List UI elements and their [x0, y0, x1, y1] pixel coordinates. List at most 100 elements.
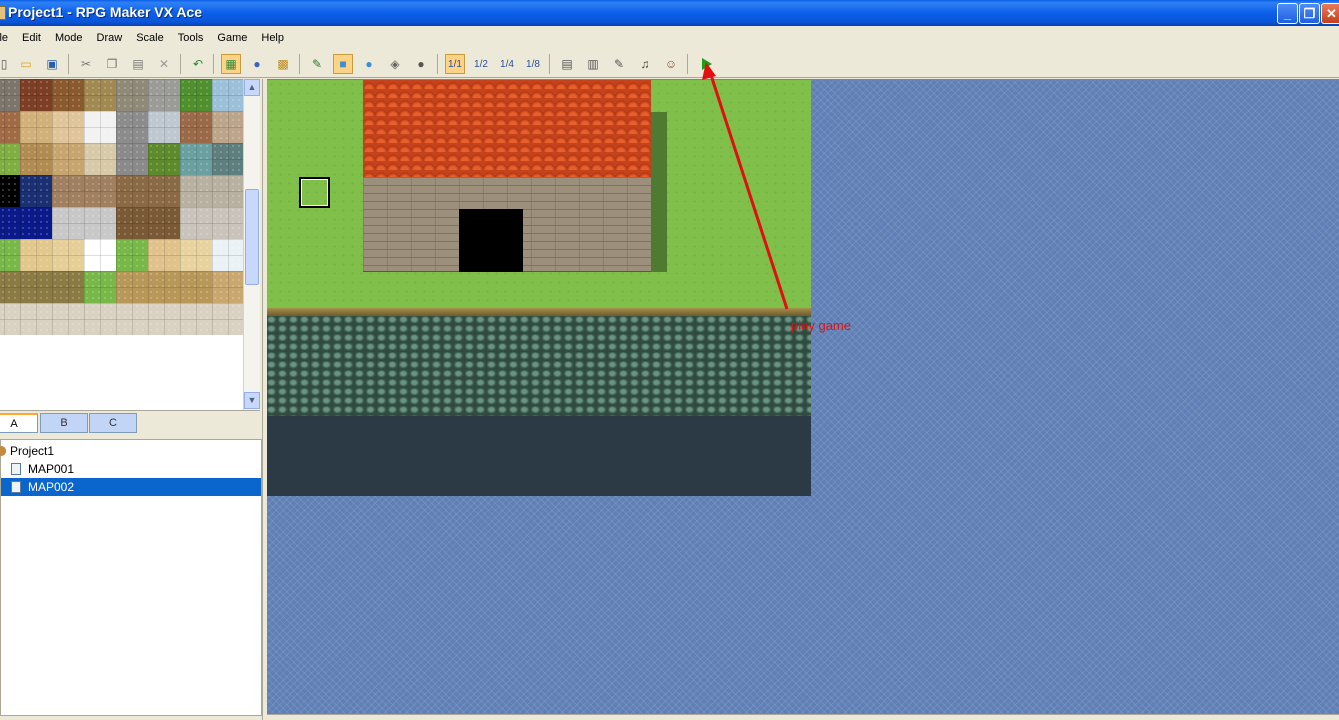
tileset-tile[interactable]	[180, 111, 212, 143]
tileset-tile[interactable]	[0, 207, 20, 239]
tileset-tile[interactable]	[0, 79, 20, 111]
open-project-button[interactable]: ▭	[16, 54, 36, 74]
shadow-pen-button[interactable]: ●	[411, 54, 431, 74]
tileset-tile[interactable]	[84, 111, 116, 143]
tileset-tile[interactable]	[116, 239, 148, 271]
tileset-tile[interactable]	[148, 271, 180, 303]
tileset-tile[interactable]	[52, 79, 84, 111]
sound-test-button[interactable]: ♫	[635, 54, 655, 74]
tileset-tile[interactable]	[52, 271, 84, 303]
tileset-tile[interactable]	[0, 143, 20, 175]
region-mode-button[interactable]: ▩	[273, 54, 293, 74]
tileset-tile[interactable]	[116, 175, 148, 207]
tileset-tile[interactable]	[212, 303, 243, 335]
tileset-tile[interactable]	[212, 79, 243, 111]
tileset-tile[interactable]	[0, 111, 20, 143]
database-button[interactable]: ▤	[557, 54, 577, 74]
script-editor-button[interactable]: ✎	[609, 54, 629, 74]
tree-map-001[interactable]: MAP001	[11, 460, 259, 478]
menu-draw[interactable]: Draw	[90, 26, 130, 50]
menu-game[interactable]: Game	[210, 26, 254, 50]
tileset-tile[interactable]	[84, 239, 116, 271]
resource-manager-button[interactable]: ▥	[583, 54, 603, 74]
tileset-tile[interactable]	[148, 175, 180, 207]
tileset-tile[interactable]	[180, 143, 212, 175]
tileset-tile[interactable]	[52, 207, 84, 239]
tileset-tile[interactable]	[116, 271, 148, 303]
tileset-tile[interactable]	[20, 79, 52, 111]
menu-mode[interactable]: Mode	[48, 26, 90, 50]
tileset-tile[interactable]	[52, 303, 84, 335]
menu-edit[interactable]: Edit	[15, 26, 48, 50]
cut-button[interactable]: ✂	[76, 54, 96, 74]
tileset-tile[interactable]	[148, 79, 180, 111]
close-button[interactable]: ✕	[1321, 3, 1339, 24]
tileset-tile[interactable]	[20, 111, 52, 143]
tileset-tile[interactable]	[212, 239, 243, 271]
undo-button[interactable]: ↶	[188, 54, 208, 74]
tileset-tile[interactable]	[212, 175, 243, 207]
tileset-tile[interactable]	[180, 239, 212, 271]
scale-1-8-button[interactable]: 1/8	[523, 54, 543, 74]
tileset-tile[interactable]	[0, 175, 20, 207]
tileset-tile[interactable]	[116, 303, 148, 335]
tab-a[interactable]: A	[0, 413, 38, 433]
map-editor-area[interactable]	[267, 79, 1339, 714]
paste-button[interactable]: ▤	[128, 54, 148, 74]
tileset-tile[interactable]	[212, 143, 243, 175]
tab-b[interactable]: B	[40, 413, 88, 433]
ellipse-button[interactable]: ●	[359, 54, 379, 74]
tree-project[interactable]: Project1	[0, 442, 259, 460]
tileset-tile[interactable]	[116, 207, 148, 239]
tileset-tile[interactable]	[116, 79, 148, 111]
tileset-tile[interactable]	[116, 143, 148, 175]
tile-palette-scrollbar[interactable]: ▲ ▼	[243, 79, 260, 410]
scroll-down-icon[interactable]: ▼	[244, 392, 260, 409]
tileset-tile[interactable]	[52, 111, 84, 143]
event-mode-button[interactable]: ●	[247, 54, 267, 74]
scroll-thumb[interactable]	[245, 189, 259, 285]
map-canvas[interactable]	[267, 80, 811, 496]
tileset-tile[interactable]	[84, 303, 116, 335]
tileset-tile[interactable]	[84, 271, 116, 303]
tileset-tile[interactable]	[20, 303, 52, 335]
tileset-tile[interactable]	[148, 111, 180, 143]
play-test-button[interactable]	[697, 54, 717, 74]
minimize-button[interactable]: _	[1277, 3, 1298, 24]
tileset-tile[interactable]	[52, 143, 84, 175]
delete-button[interactable]: ✕	[154, 54, 174, 74]
scale-1-4-button[interactable]: 1/4	[497, 54, 517, 74]
tileset-tile[interactable]	[180, 271, 212, 303]
menu-help[interactable]: Help	[254, 26, 291, 50]
tileset-tile[interactable]	[0, 303, 20, 335]
rectangle-button[interactable]: ■	[333, 54, 353, 74]
flood-fill-button[interactable]: ◈	[385, 54, 405, 74]
menu-scale[interactable]: Scale	[129, 26, 171, 50]
save-project-button[interactable]: ▣	[42, 54, 62, 74]
tileset-tile[interactable]	[52, 239, 84, 271]
tileset-tile[interactable]	[84, 79, 116, 111]
tileset-tile[interactable]	[84, 207, 116, 239]
tileset-tile[interactable]	[148, 303, 180, 335]
tileset-tile[interactable]	[52, 175, 84, 207]
character-generator-button[interactable]: ☺	[661, 54, 681, 74]
tab-c[interactable]: C	[89, 413, 137, 433]
tileset-tile[interactable]	[148, 239, 180, 271]
tileset-tile[interactable]	[84, 175, 116, 207]
tileset-tile[interactable]	[20, 207, 52, 239]
new-project-button[interactable]: ▯	[0, 54, 14, 74]
tileset-tile[interactable]	[20, 175, 52, 207]
scale-1-2-button[interactable]: 1/2	[471, 54, 491, 74]
copy-button[interactable]: ❐	[102, 54, 122, 74]
map-mode-button[interactable]: ▦	[221, 54, 241, 74]
tileset-tile[interactable]	[148, 143, 180, 175]
tileset-tile[interactable]	[180, 175, 212, 207]
menu-tools[interactable]: Tools	[171, 26, 211, 50]
tileset-tile[interactable]	[116, 111, 148, 143]
tileset-tile[interactable]	[212, 111, 243, 143]
tileset-tile[interactable]	[180, 207, 212, 239]
tileset-tile[interactable]	[212, 207, 243, 239]
pencil-button[interactable]: ✎	[307, 54, 327, 74]
tileset-tile[interactable]	[212, 271, 243, 303]
tileset-tile[interactable]	[148, 207, 180, 239]
